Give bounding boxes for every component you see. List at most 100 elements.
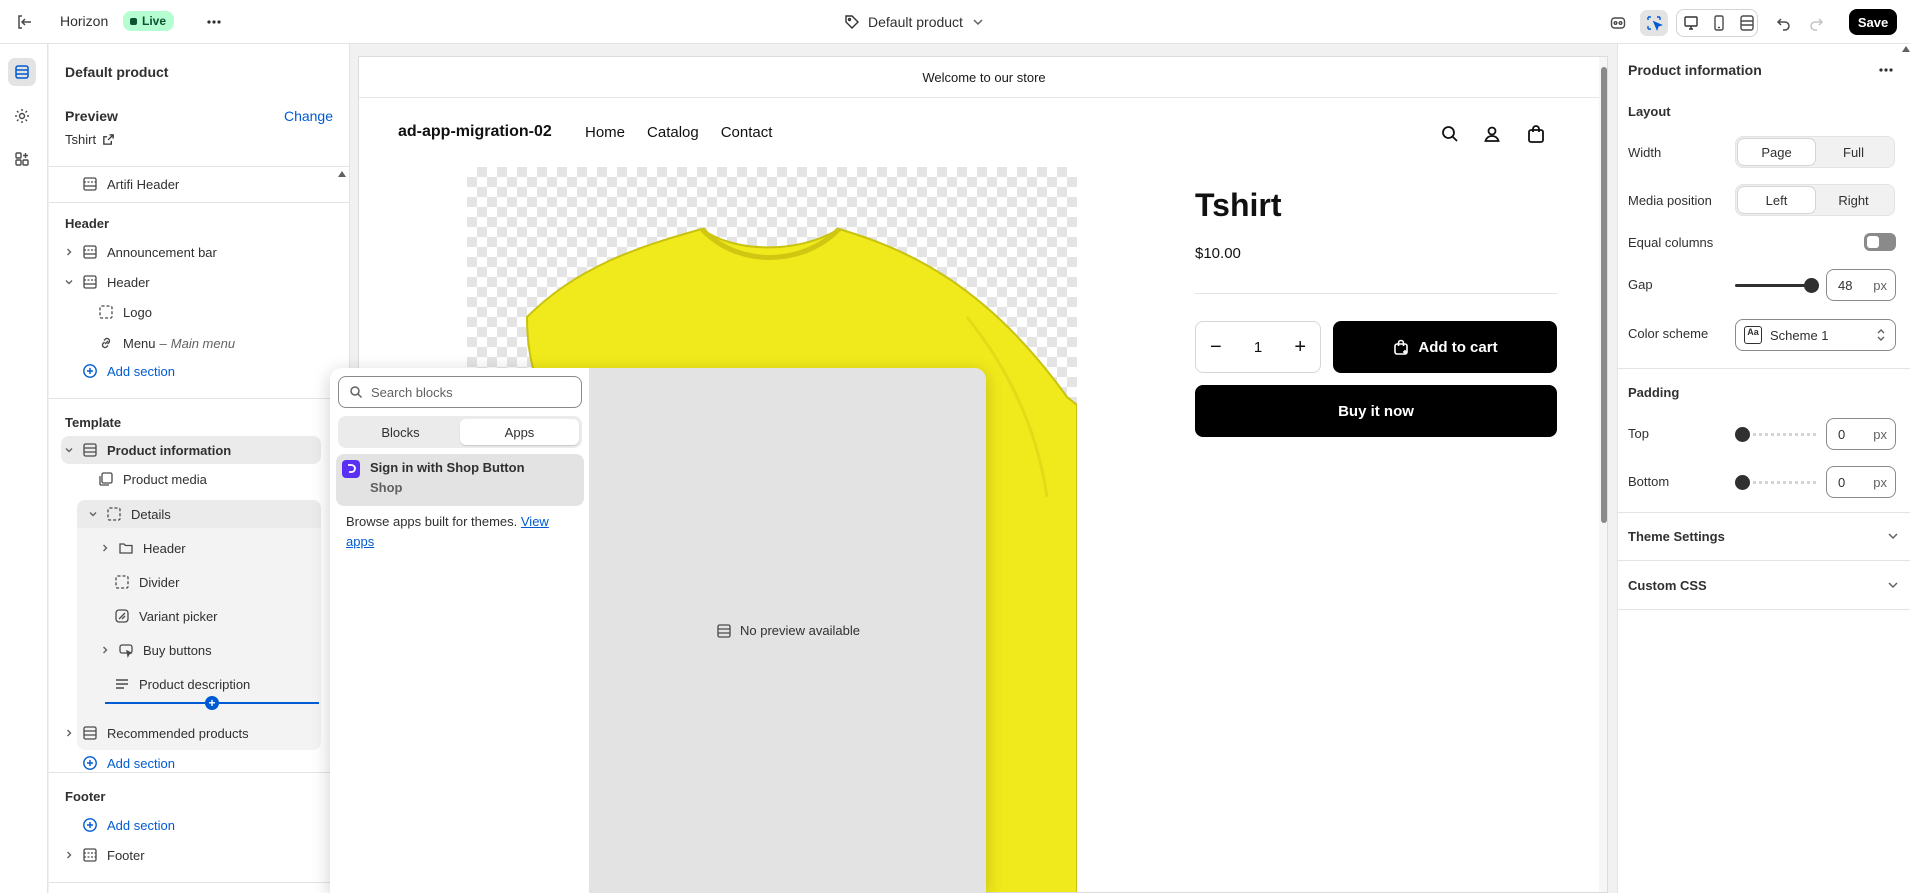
- theme-settings-icon[interactable]: [8, 102, 36, 130]
- chevron-right-icon[interactable]: [97, 540, 113, 556]
- buy-now-button[interactable]: Buy it now: [1195, 385, 1557, 437]
- sidebar-item-logo[interactable]: Logo: [97, 298, 152, 326]
- sidebar-item-footer[interactable]: Footer: [61, 841, 145, 869]
- settings-panel: Product information Layout Width Page Fu…: [1617, 44, 1910, 893]
- sidebar-item-buy-buttons[interactable]: Buy buttons: [97, 636, 212, 664]
- quantity-value[interactable]: 1: [1254, 339, 1262, 356]
- scroll-up-icon[interactable]: [337, 170, 347, 178]
- block-picker-popover: Search blocks Blocks Apps Sign in with S…: [330, 368, 986, 893]
- media-icon: [97, 470, 115, 488]
- sidebar-item-product-media[interactable]: Product media: [97, 465, 207, 493]
- bottom-padding-input[interactable]: 0 px: [1826, 466, 1896, 498]
- search-blocks-placeholder[interactable]: Search blocks: [371, 385, 453, 400]
- sidebar-item-details-header[interactable]: Header: [97, 534, 186, 562]
- more-actions-icon[interactable]: [1876, 60, 1896, 80]
- bottom-padding-slider[interactable]: [1735, 472, 1819, 492]
- sidebar-item-header[interactable]: Header: [61, 268, 150, 296]
- width-option-full[interactable]: Full: [1815, 139, 1892, 165]
- scroll-up-icon[interactable]: [1902, 46, 1910, 52]
- app-block-item[interactable]: Sign in with Shop Button Shop: [336, 454, 584, 506]
- preview-product-link[interactable]: Tshirt: [65, 132, 115, 147]
- media-option-left[interactable]: Left: [1738, 187, 1815, 213]
- save-button[interactable]: Save: [1849, 9, 1897, 35]
- store-name[interactable]: ad-app-migration-02: [398, 123, 552, 141]
- nav-link-catalog[interactable]: Catalog: [647, 124, 699, 141]
- top-padding-input[interactable]: 0 px: [1826, 418, 1896, 450]
- nav-link-contact[interactable]: Contact: [721, 124, 773, 141]
- sidebar-item-menu[interactable]: Menu – Main menu: [97, 329, 235, 357]
- redo-icon[interactable]: [1802, 10, 1830, 36]
- chevron-right-icon[interactable]: [61, 847, 77, 863]
- sidebar-item-details[interactable]: Details: [77, 500, 321, 528]
- tab-blocks[interactable]: Blocks: [341, 419, 460, 445]
- desktop-icon[interactable]: [1677, 10, 1705, 36]
- inspector-icon[interactable]: [1640, 10, 1668, 36]
- color-scheme-select[interactable]: Aa Scheme 1: [1735, 319, 1896, 351]
- template-selector[interactable]: Default product: [844, 11, 985, 33]
- more-actions-icon[interactable]: [204, 12, 224, 32]
- apps-icon[interactable]: [8, 145, 36, 173]
- preview-scrollbar[interactable]: [1599, 57, 1607, 892]
- search-icon[interactable]: [1439, 123, 1461, 145]
- divider: [1618, 560, 1910, 561]
- sidebar-item-product-information[interactable]: Product information: [61, 436, 321, 464]
- fullscreen-icon[interactable]: [1733, 10, 1761, 36]
- top-padding-slider[interactable]: [1735, 424, 1819, 444]
- slider-thumb[interactable]: [1735, 427, 1750, 442]
- sidekick-icon[interactable]: [1604, 10, 1632, 36]
- chevron-right-icon[interactable]: [61, 725, 77, 741]
- slider-thumb[interactable]: [1735, 475, 1750, 490]
- select-arrows-icon: [1875, 328, 1887, 342]
- settings-title: Product information: [1628, 62, 1762, 78]
- gap-input[interactable]: 48 px: [1826, 269, 1896, 301]
- gap-value[interactable]: 48: [1838, 278, 1852, 293]
- quantity-decrease-button[interactable]: −: [1210, 336, 1222, 359]
- sidebar-item-announcement-bar[interactable]: Announcement bar: [61, 238, 217, 266]
- insert-block-plus-icon[interactable]: +: [205, 696, 219, 710]
- account-icon[interactable]: [1481, 123, 1503, 145]
- sidebar-item-product-description[interactable]: Product description: [113, 670, 250, 698]
- search-blocks-field[interactable]: Search blocks: [338, 376, 582, 408]
- quantity-stepper[interactable]: − 1 +: [1195, 321, 1321, 373]
- width-option-page[interactable]: Page: [1738, 139, 1815, 165]
- top-padding-value[interactable]: 0: [1838, 427, 1845, 442]
- add-to-cart-button[interactable]: Add to cart: [1333, 321, 1557, 373]
- quantity-increase-button[interactable]: +: [1294, 336, 1306, 359]
- undo-icon[interactable]: [1770, 10, 1798, 36]
- sidebar-item-artifi-header[interactable]: Artifi Header: [81, 170, 179, 198]
- nav-link-home[interactable]: Home: [585, 124, 625, 141]
- cart-icon[interactable]: [1525, 123, 1547, 145]
- sections-icon[interactable]: [8, 58, 36, 86]
- bottom-padding-value[interactable]: 0: [1838, 475, 1845, 490]
- exit-icon[interactable]: [14, 12, 34, 32]
- block-icon: [97, 303, 115, 321]
- chevron-right-icon[interactable]: [97, 642, 113, 658]
- live-dot-icon: [130, 17, 137, 25]
- sidebar-item-variant-picker[interactable]: Variant picker: [113, 602, 218, 630]
- change-preview-link[interactable]: Change: [284, 108, 333, 124]
- divider: [49, 398, 349, 399]
- add-section-footer[interactable]: Add section: [81, 811, 175, 839]
- main-nav: Home Catalog Contact: [585, 124, 772, 141]
- sidebar-item-label: Buy buttons: [143, 642, 212, 658]
- mobile-icon[interactable]: [1705, 10, 1733, 36]
- chevron-down-icon[interactable]: [61, 442, 77, 458]
- chevron-down-icon[interactable]: [61, 274, 77, 290]
- chevron-down-icon[interactable]: [85, 506, 101, 522]
- no-preview-label: No preview available: [740, 623, 860, 638]
- product-price: $10.00: [1195, 245, 1241, 262]
- sidebar-item-divider[interactable]: Divider: [113, 568, 179, 596]
- gap-slider[interactable]: [1735, 275, 1819, 295]
- theme-settings-collapsible[interactable]: Theme Settings: [1628, 526, 1900, 546]
- tab-apps[interactable]: Apps: [460, 419, 579, 445]
- add-section-header[interactable]: Add section: [81, 357, 175, 385]
- chevron-right-icon[interactable]: [61, 244, 77, 260]
- theme-name[interactable]: Horizon: [60, 13, 108, 29]
- custom-css-collapsible[interactable]: Custom CSS: [1628, 575, 1900, 595]
- slider-thumb[interactable]: [1804, 278, 1819, 293]
- gap-unit: px: [1873, 278, 1887, 293]
- sidebar-item-recommended-products[interactable]: Recommended products: [61, 719, 249, 747]
- scrollbar-thumb[interactable]: [1601, 67, 1607, 523]
- equal-columns-toggle[interactable]: [1864, 233, 1896, 251]
- media-option-right[interactable]: Right: [1815, 187, 1892, 213]
